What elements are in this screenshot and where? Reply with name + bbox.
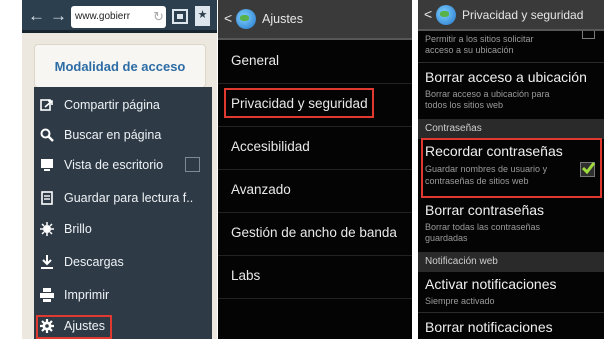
menu-item-label: Guardar para lectura f.. [64, 191, 194, 205]
row-sub: Borrar acceso a ubicación para [425, 89, 550, 99]
download-icon [41, 255, 53, 269]
settings-item-general[interactable]: General [218, 41, 412, 84]
menu-item-label: Compartir página [64, 98, 160, 112]
section-notifications: Notificación web [418, 252, 604, 272]
location-sub-1: Permitir a los sitios solicitar [425, 34, 534, 44]
location-checkbox[interactable] [582, 31, 595, 39]
search-icon [40, 128, 54, 142]
row-title: Borrar contraseñas [425, 202, 545, 218]
globe-icon [436, 5, 456, 25]
back-icon[interactable]: < [424, 6, 432, 22]
menu-item-desktop-view[interactable]: Vista de escritorio [34, 150, 212, 180]
highlight-settings [36, 315, 112, 339]
menu-item-save-offline[interactable]: Guardar para lectura f.. [34, 183, 212, 213]
row-sub: Borrar todas las contraseñas [425, 222, 541, 232]
forward-button[interactable]: → [50, 6, 67, 26]
menu-item-label: Vista de escritorio [64, 158, 164, 172]
brightness-icon [40, 222, 54, 236]
row-sub: Siempre activado [425, 296, 495, 306]
row-sub: todos los sitios web [425, 100, 504, 110]
menu-item-label: Brillo [64, 222, 92, 236]
save-offline-icon [41, 191, 53, 205]
browser-panel: ← → www.gobierr ↻ ★ Modalidad de acceso … [22, 0, 217, 339]
divider [418, 312, 604, 313]
share-icon [40, 99, 53, 111]
highlight-privacy [224, 88, 374, 118]
settings-item-advanced[interactable]: Avanzado [218, 170, 412, 213]
menu-item-find[interactable]: Buscar en página [34, 120, 212, 150]
highlight-remember-passwords [421, 138, 602, 198]
menu-item-downloads[interactable]: Descargas [34, 247, 212, 277]
globe-icon [236, 9, 256, 29]
page-title: Privacidad y seguridad [462, 8, 584, 22]
section-passwords: Contraseñas [418, 119, 604, 139]
menu-item-print[interactable]: Imprimir [34, 280, 212, 310]
menu-item-label: Imprimir [64, 288, 110, 302]
bookmark-icon[interactable]: ★ [195, 6, 210, 26]
row-title: Activar notificaciones [425, 276, 557, 292]
row-title: Borrar notificaciones [425, 319, 553, 335]
url-text: www.gobierr [75, 11, 131, 22]
settings-item-accessibility[interactable]: Accesibilidad [218, 127, 412, 170]
url-field[interactable]: www.gobierr ↻ [71, 6, 166, 28]
print-icon [40, 288, 54, 302]
divider [418, 62, 604, 63]
settings-item-labs[interactable]: Labs [218, 256, 412, 299]
settings-item-bandwidth[interactable]: Gestión de ancho de banda [218, 213, 412, 256]
privacy-panel: < Privacidad y seguridad Permitir a los … [418, 0, 604, 339]
menu-item-label: Descargas [64, 255, 124, 269]
browser-toolbar: ← → www.gobierr ↻ ★ [22, 0, 217, 33]
settings-panel: < Ajustes General Privacidad y seguridad… [218, 0, 412, 339]
site-header-title: Modalidad de acceso [54, 59, 186, 74]
menu-item-label: Buscar en página [64, 128, 162, 142]
menu-item-brightness[interactable]: Brillo [34, 214, 212, 244]
desktop-view-checkbox[interactable] [185, 157, 200, 172]
desktop-icon [41, 159, 53, 171]
reload-icon[interactable]: ↻ [153, 6, 164, 28]
row-title: Borrar acceso a ubicación [425, 69, 587, 85]
menu-item-share[interactable]: Compartir página [34, 90, 212, 120]
back-icon[interactable]: < [224, 10, 232, 26]
tabs-icon[interactable] [172, 9, 188, 24]
back-button[interactable]: ← [28, 6, 45, 26]
page-title: Ajustes [262, 12, 303, 26]
site-header: Modalidad de acceso [34, 44, 206, 88]
overflow-menu: Compartir página Buscar en página Vista … [34, 87, 212, 339]
privacy-action-bar: < Privacidad y seguridad [418, 0, 604, 31]
row-sub: guardadas [425, 233, 468, 243]
settings-action-bar: < Ajustes [218, 0, 412, 40]
location-sub-2: acceso a su ubicación [425, 45, 514, 55]
